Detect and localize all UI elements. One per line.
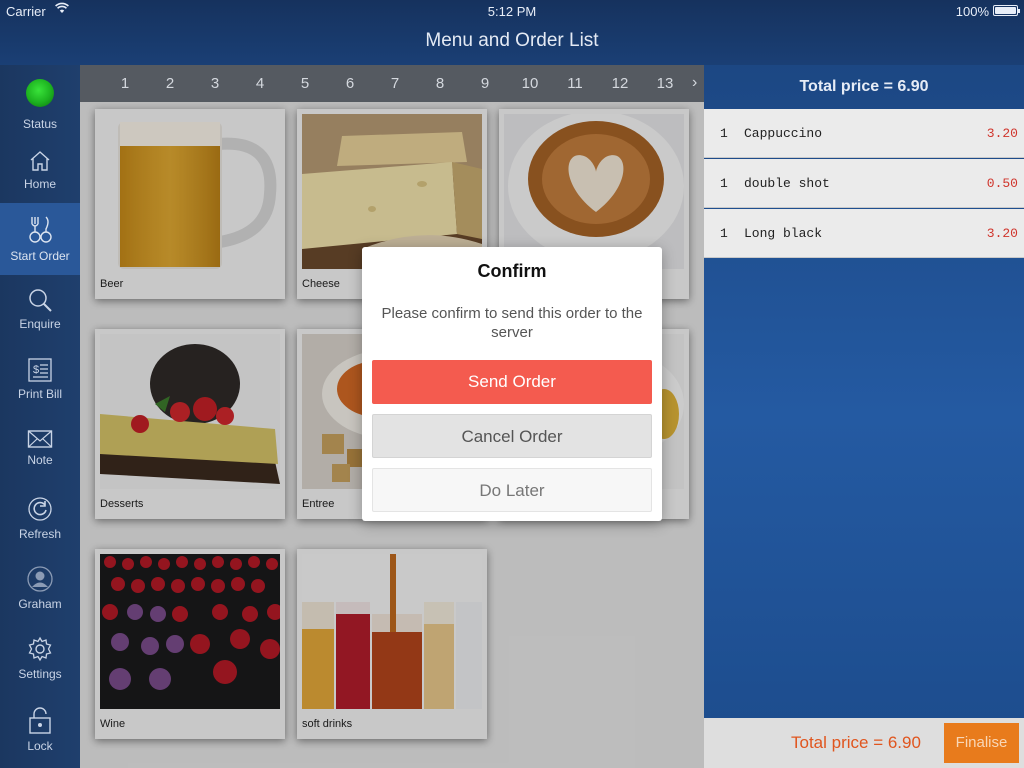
clock-label: 5:12 PM	[487, 4, 537, 19]
order-total-footer: Total price = 6.90	[791, 733, 921, 752]
sidebar-item-note[interactable]: Note	[0, 415, 80, 487]
order-row[interactable]: 1 Long black 3.20	[704, 209, 1024, 258]
send-order-button[interactable]: Send Order	[372, 360, 652, 404]
page-number[interactable]: 9	[470, 75, 500, 92]
cutlery-icon	[29, 216, 52, 243]
sidebar-item-start-order[interactable]: Start Order	[0, 203, 80, 275]
page-number[interactable]: 1	[110, 75, 140, 92]
order-item-price: 3.20	[986, 226, 1018, 241]
gear-icon	[28, 636, 52, 662]
bill-icon: $	[28, 358, 52, 382]
order-row[interactable]: 1 double shot 0.50	[704, 159, 1024, 208]
sidebar-item-settings[interactable]: Settings	[0, 627, 80, 697]
page-number[interactable]: 8	[425, 75, 455, 92]
sidebar-item-label: Enquire	[19, 317, 61, 331]
sidebar-item-refresh[interactable]: Refresh	[0, 487, 80, 557]
home-icon	[30, 151, 50, 171]
sidebar-item-label: Settings	[18, 667, 62, 681]
category-pager: 1 2 3 4 5 6 7 8 9 10 11 12 13 ›	[80, 65, 704, 102]
sidebar-item-label: Note	[27, 453, 53, 467]
page-number[interactable]: 12	[605, 75, 635, 92]
search-icon	[29, 289, 52, 312]
sidebar-item-print-bill[interactable]: $ Print Bill	[0, 345, 80, 415]
order-panel: Total price = 6.90 1 Cappuccino 3.20 1 d…	[704, 65, 1024, 768]
refresh-icon	[28, 497, 52, 521]
page-number[interactable]: 7	[380, 75, 410, 92]
page-number[interactable]: 2	[155, 75, 185, 92]
envelope-icon	[27, 430, 53, 448]
battery-label: 100%	[955, 4, 989, 19]
finalise-button[interactable]: Finalise	[944, 723, 1019, 763]
page-title: Menu and Order List	[425, 30, 599, 51]
sidebar-item-label: Start Order	[10, 249, 70, 263]
order-qty: 1	[720, 126, 728, 141]
order-item-name: Cappuccino	[744, 126, 823, 141]
cancel-order-button[interactable]: Cancel Order	[372, 414, 652, 458]
order-row[interactable]: 1 Cappuccino 3.20	[704, 109, 1024, 158]
user-icon	[27, 566, 53, 592]
order-total-header: Total price = 6.90	[799, 78, 929, 95]
order-item-price: 3.20	[986, 126, 1018, 141]
page-number[interactable]: 6	[335, 75, 365, 92]
sidebar-item-label: Lock	[27, 739, 53, 753]
order-qty: 1	[720, 226, 728, 241]
sidebar-item-label: Status	[22, 117, 58, 131]
dialog-message: Please confirm to send this order to the…	[381, 305, 643, 341]
order-item-price: 0.50	[986, 176, 1018, 191]
confirm-dialog: Confirm Please confirm to send this orde…	[362, 247, 662, 521]
sidebar-item-label: Print Bill	[17, 387, 62, 401]
sidebar-item-enquire[interactable]: Enquire	[0, 275, 80, 345]
page-number[interactable]: 4	[245, 75, 275, 92]
status-indicator-icon	[26, 79, 54, 107]
svg-text:$: $	[33, 364, 39, 376]
sidebar-item-home[interactable]: Home	[0, 137, 80, 205]
pager-next-icon[interactable]: ›	[692, 74, 697, 92]
sidebar-item-lock[interactable]: Lock	[0, 697, 80, 768]
order-item-name: double shot	[744, 176, 830, 191]
page-number[interactable]: 11	[560, 75, 590, 92]
top-bar: Carrier 5:12 PM 100% Menu and Order List	[0, 0, 1024, 65]
page-number[interactable]: 13	[650, 75, 680, 92]
sidebar-item-label: Graham	[18, 597, 62, 611]
sidebar: Status Home Start Order Enquire $ Print …	[0, 65, 80, 768]
sidebar-item-label: Home	[23, 177, 56, 191]
page-number[interactable]: 10	[515, 75, 545, 92]
lock-icon	[29, 707, 51, 734]
do-later-button[interactable]: Do Later	[372, 468, 652, 512]
sidebar-item-user[interactable]: Graham	[0, 557, 80, 627]
page-number[interactable]: 3	[200, 75, 230, 92]
order-footer: Total price = 6.90 Finalise	[704, 718, 1024, 768]
page-number[interactable]: 5	[290, 75, 320, 92]
dialog-title: Confirm	[477, 261, 547, 281]
sidebar-item-label: Refresh	[18, 527, 62, 541]
battery-icon	[993, 5, 1020, 16]
order-qty: 1	[720, 176, 728, 191]
order-item-name: Long black	[744, 226, 823, 241]
sidebar-item-status[interactable]: Status	[0, 65, 80, 137]
